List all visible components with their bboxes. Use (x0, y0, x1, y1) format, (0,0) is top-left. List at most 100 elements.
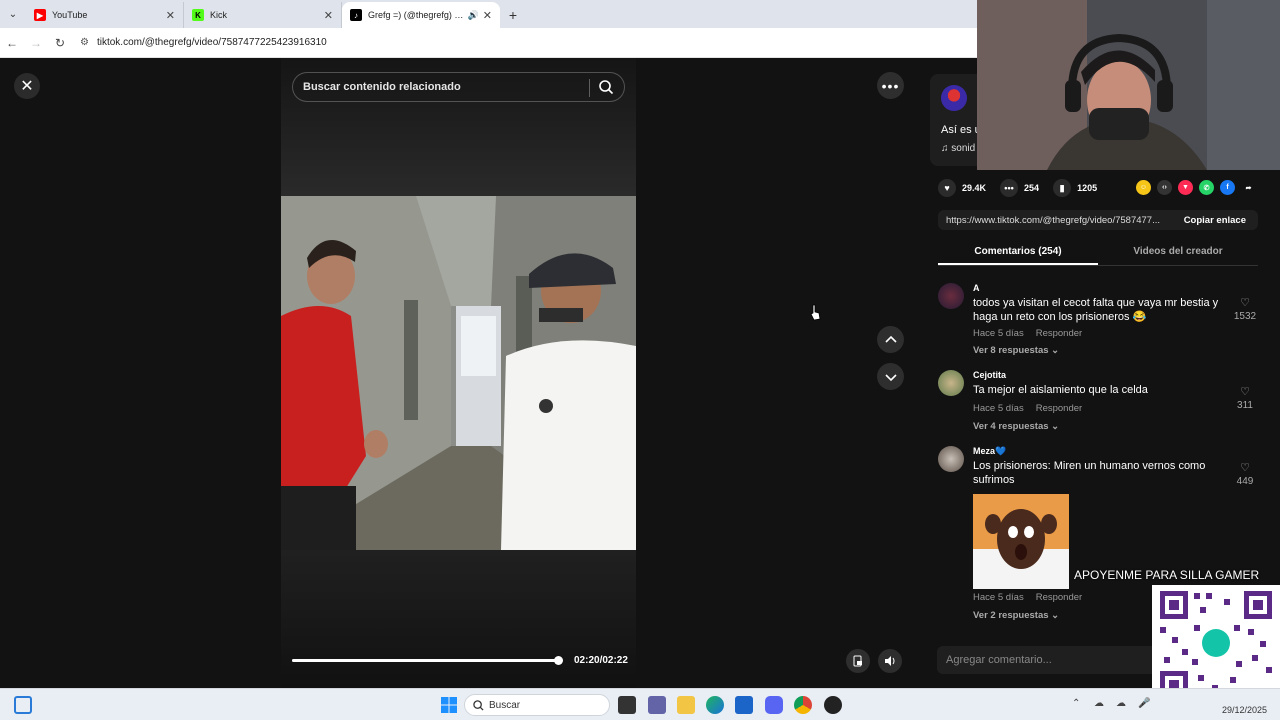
comment-time: Hace 5 días (973, 403, 1024, 414)
previous-video-button[interactable] (877, 326, 904, 353)
comment-author[interactable]: A (973, 283, 980, 293)
divider (589, 79, 590, 97)
more-options-icon[interactable]: ••• (877, 72, 904, 99)
copy-link-button[interactable]: Copiar enlace (1172, 215, 1258, 226)
reply-button[interactable]: Responder (1036, 592, 1082, 603)
tab-title: Kick (210, 10, 228, 20)
tab-title: YouTube (52, 10, 88, 20)
avatar[interactable] (938, 370, 964, 396)
replies-label: Ver 4 respuestas (973, 421, 1049, 432)
site-info-icon[interactable]: ⚙ (80, 37, 89, 48)
share-arrow-icon[interactable]: ➦ (1241, 180, 1256, 195)
whatsapp-icon[interactable]: ✆ (1199, 180, 1214, 195)
file-explorer-icon[interactable] (677, 696, 695, 714)
tab-title: Grefg =) (@thegrefg) oficial (368, 10, 465, 20)
pip-button[interactable] (846, 649, 870, 673)
comment-like-button[interactable]: ♡ 1532 (1232, 296, 1258, 322)
comment-button[interactable]: ••• 254 (1000, 179, 1039, 197)
view-replies-button[interactable]: Ver 2 respuestas ⌄ (973, 610, 1059, 621)
comment-image[interactable] (973, 494, 1069, 589)
search-icon[interactable] (598, 79, 614, 95)
edge-icon[interactable] (706, 696, 724, 714)
comment-item: A todos ya visitan el cecot falta que va… (938, 283, 1258, 363)
reply-button[interactable]: Responder (1036, 328, 1082, 339)
avatar[interactable] (938, 283, 964, 309)
back-icon[interactable]: ← (0, 36, 24, 50)
save-button[interactable]: ▮ 1205 (1053, 179, 1097, 197)
taskbar-search-label: Buscar (489, 699, 521, 711)
add-comment-input[interactable]: Agregar comentario... (937, 646, 1157, 674)
comment-like-button[interactable]: ♡ 449 (1232, 461, 1258, 487)
close-tab-icon[interactable]: ✕ (324, 9, 333, 22)
progress-fill (292, 659, 558, 662)
tiktok-icon: ♪ (350, 9, 362, 21)
cloud-icon[interactable]: ☁ (1116, 698, 1126, 709)
add-comment-placeholder: Agregar comentario... (946, 654, 1052, 666)
tab-creator-videos[interactable]: Videos del creador (1098, 240, 1258, 265)
obs-icon[interactable] (824, 696, 842, 714)
video-player[interactable] (281, 58, 636, 688)
kick-icon: K (192, 9, 204, 21)
clock-date: 29/12/2025 (1222, 705, 1268, 715)
stats-row: ♥ 29.4K ••• 254 ▮ 1205 (938, 179, 1111, 197)
related-search-input[interactable]: Buscar contenido relacionado (292, 72, 625, 102)
onedrive-icon[interactable]: ☁ (1094, 698, 1104, 709)
task-view-icon[interactable] (618, 696, 636, 714)
volume-button[interactable] (878, 649, 902, 673)
embed-icon[interactable]: ‹› (1157, 180, 1172, 195)
teams-icon[interactable] (648, 696, 666, 714)
music-link[interactable]: ♫ sonid (941, 143, 975, 154)
coin-icon[interactable]: ☺ (1136, 180, 1151, 195)
video-bottom-area (281, 550, 636, 688)
next-video-button[interactable] (877, 363, 904, 390)
like-button[interactable]: ♥ 29.4K (938, 179, 986, 197)
close-tab-icon[interactable]: ✕ (166, 9, 175, 22)
windows-start-icon[interactable] (440, 696, 458, 714)
facebook-icon[interactable]: f (1220, 180, 1235, 195)
view-replies-button[interactable]: Ver 4 respuestas ⌄ (973, 421, 1059, 432)
new-tab-button[interactable]: + (500, 2, 526, 28)
url-field[interactable]: ⚙ tiktok.com/@thegrefg/video/75874772254… (76, 32, 977, 54)
panel-tabs: Comentarios (254) Videos del creador (938, 240, 1258, 266)
tray-chevron-up-icon[interactable]: ⌃ (1072, 698, 1080, 709)
microphone-icon[interactable]: 🎤 (1138, 698, 1150, 709)
taskbar-search-input[interactable]: Buscar (464, 694, 610, 716)
discord-icon[interactable] (765, 696, 783, 714)
chrome-icon[interactable] (794, 696, 812, 714)
speaker-icon[interactable]: 🔊 (468, 10, 479, 21)
tab-kick[interactable]: K Kick ✕ (184, 2, 342, 28)
mouse-cursor-icon (810, 304, 821, 321)
tab-youtube[interactable]: ▶ YouTube ✕ (26, 2, 184, 28)
browser-tab-bar: ⌄ ▶ YouTube ✕ K Kick ✕ ♪ Grefg =) (@theg… (0, 0, 977, 28)
comment-text: Ta mejor el aislamiento que la celda (973, 384, 1148, 396)
comment-count: 254 (1024, 183, 1040, 193)
tab-comments[interactable]: Comentarios (254) (938, 240, 1098, 265)
volume-icon (885, 656, 895, 666)
widgets-icon[interactable] (14, 696, 32, 714)
comment-author[interactable]: Meza💙 (973, 446, 1006, 457)
store-icon[interactable] (735, 696, 753, 714)
send-icon[interactable]: ▼ (1178, 180, 1193, 195)
avatar[interactable] (938, 446, 964, 472)
close-icon[interactable]: ✕ (14, 73, 40, 99)
share-link-row: https://www.tiktok.com/@thegrefg/video/7… (938, 210, 1258, 230)
picture-in-picture-icon (853, 655, 862, 667)
qr-code (1152, 585, 1280, 705)
close-tab-icon[interactable]: ✕ (483, 9, 492, 22)
comment-author[interactable]: Cejotita (973, 370, 1006, 380)
forward-icon[interactable]: → (24, 36, 48, 50)
view-replies-button[interactable]: Ver 8 respuestas ⌄ (973, 345, 1059, 356)
video-viewer: ✕ Buscar contenido relacionado ••• 02:20… (0, 58, 918, 688)
comment-like-button[interactable]: ♡ 311 (1232, 385, 1258, 411)
share-link[interactable]: https://www.tiktok.com/@thegrefg/video/7… (938, 215, 1172, 226)
tab-tiktok[interactable]: ♪ Grefg =) (@thegrefg) oficial 🔊 ✕ (342, 2, 500, 28)
tab-search-chevron-icon[interactable]: ⌄ (0, 0, 26, 28)
comment-meta: Hace 5 días Responder (973, 403, 1082, 414)
comment-icon: ••• (1000, 179, 1019, 197)
comment-like-count: 311 (1237, 400, 1253, 411)
reload-icon[interactable]: ↻ (48, 36, 72, 50)
progress-knob[interactable] (553, 656, 563, 665)
avatar[interactable] (941, 85, 967, 111)
reply-button[interactable]: Responder (1036, 403, 1082, 414)
video-progress-bar[interactable] (292, 656, 563, 665)
